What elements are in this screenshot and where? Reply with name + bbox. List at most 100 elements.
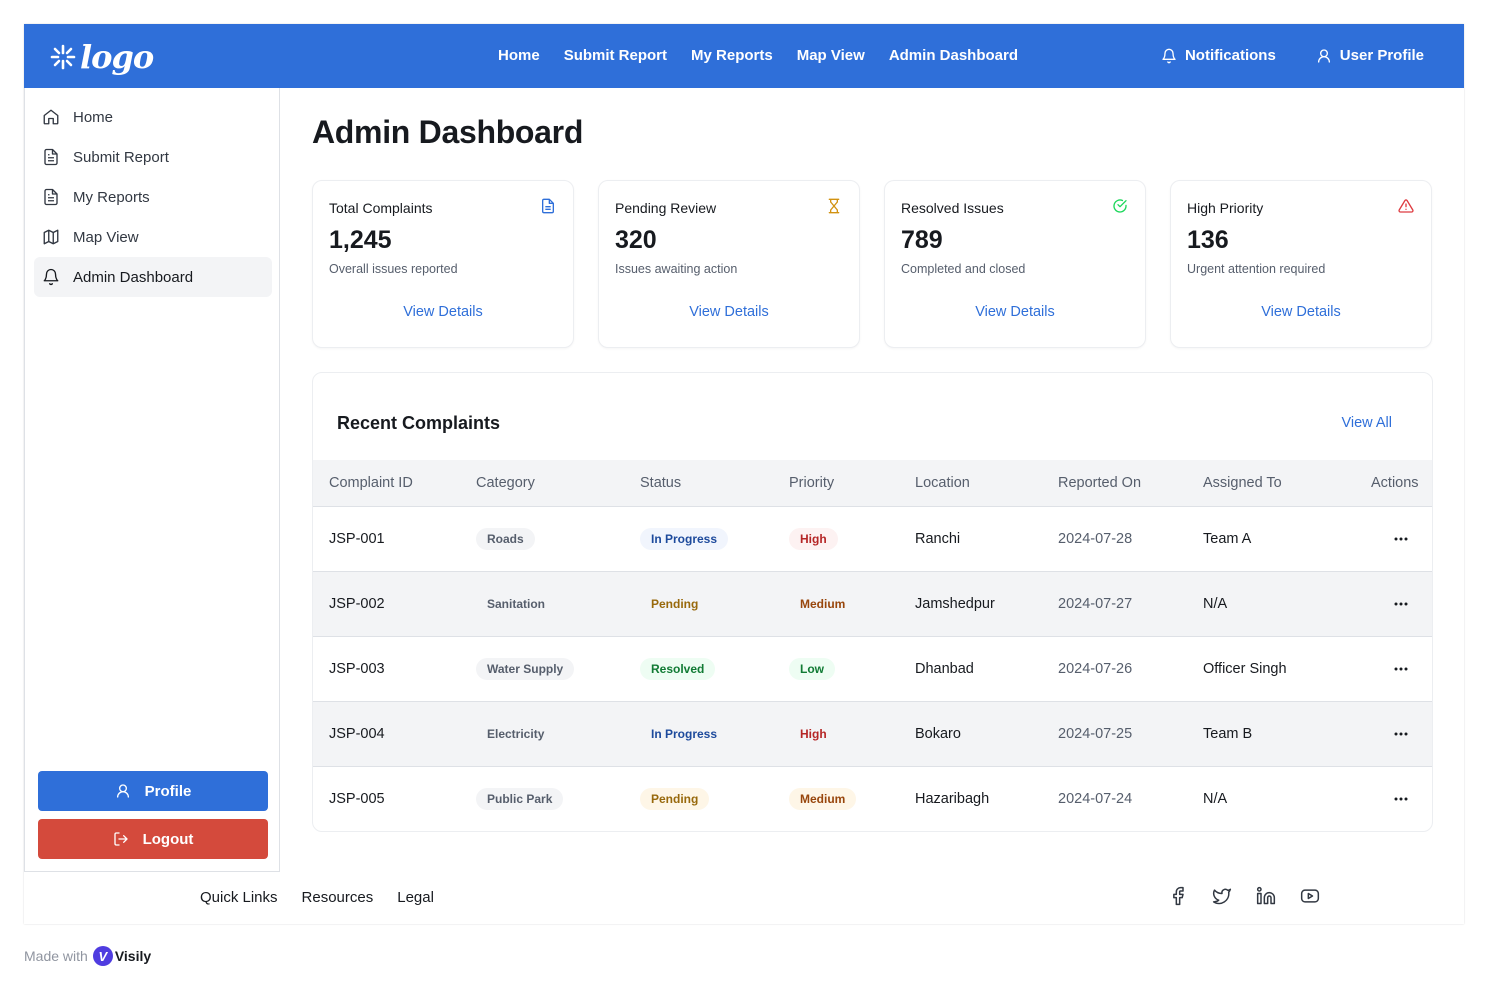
check-circle-icon xyxy=(1113,199,1127,213)
view-all-link[interactable]: View All xyxy=(1341,414,1392,432)
sidebar: Home Submit Report My Reports Map View A… xyxy=(24,88,280,872)
sidebar-item-home[interactable]: Home xyxy=(34,97,272,137)
visily-logo-icon: V xyxy=(92,946,113,966)
more-actions-button[interactable] xyxy=(1391,594,1411,614)
complaint-id: JSP-002 xyxy=(329,596,385,612)
more-actions-button[interactable] xyxy=(1391,659,1411,679)
logo[interactable]: logo xyxy=(50,38,154,76)
column-header[interactable]: Assigned To xyxy=(1203,474,1282,492)
category-badge: Roads xyxy=(476,528,535,550)
column-header: Actions xyxy=(1371,475,1419,491)
more-horizontal-icon xyxy=(1394,602,1408,606)
sidebar-item-map-view[interactable]: Map View xyxy=(34,217,272,257)
view-details-link[interactable]: View Details xyxy=(599,303,859,321)
column-header[interactable]: Complaint ID xyxy=(329,474,413,492)
nav-my-reports[interactable]: My Reports xyxy=(691,46,773,66)
location: Hazaribagh xyxy=(915,791,990,807)
table-row[interactable]: JSP-004 Electricity In Progress High Bok… xyxy=(313,702,1432,767)
home-icon xyxy=(43,109,59,125)
status-badge: Resolved xyxy=(640,658,716,680)
bell-icon xyxy=(1162,48,1176,64)
profile-button-label: Profile xyxy=(144,782,192,800)
status-badge: In Progress xyxy=(640,528,729,550)
assigned-to: Officer Singh xyxy=(1203,661,1287,677)
nav-map-view[interactable]: Map View xyxy=(797,46,865,66)
facebook-link[interactable] xyxy=(1168,886,1188,906)
twitter-link[interactable] xyxy=(1212,886,1232,906)
logout-button[interactable]: Logout xyxy=(38,819,268,859)
nav-admin-dashboard[interactable]: Admin Dashboard xyxy=(889,46,1018,66)
table-header: Complaint ID Category Status Priority Lo… xyxy=(313,460,1432,507)
sidebar-item-admin-dashboard[interactable]: Admin Dashboard xyxy=(34,257,272,297)
column-header[interactable]: Priority xyxy=(789,474,834,492)
column-header[interactable]: Location xyxy=(915,474,970,492)
sidebar-item-label: My Reports xyxy=(73,188,150,206)
more-horizontal-icon xyxy=(1394,732,1408,736)
sidebar-item-label: Map View xyxy=(73,228,139,246)
document-icon xyxy=(44,148,58,166)
footer-links: Quick Links Resources Legal xyxy=(200,889,458,907)
footer-link-legal[interactable]: Legal xyxy=(397,889,434,907)
user-profile-label: User Profile xyxy=(1339,47,1424,64)
table-row[interactable]: JSP-001 Roads In Progress High Ranchi 20… xyxy=(313,507,1432,572)
column-header[interactable]: Reported On xyxy=(1058,474,1141,492)
assigned-to: Team B xyxy=(1203,726,1253,742)
stat-card-subtitle: Issues awaiting action xyxy=(615,262,738,276)
category-badge: Sanitation xyxy=(487,597,546,611)
footer-link-quick-links[interactable]: Quick Links xyxy=(200,889,278,907)
sidebar-item-my-reports[interactable]: My Reports xyxy=(34,177,272,217)
column-header[interactable]: Status xyxy=(640,474,681,492)
more-actions-button[interactable] xyxy=(1391,789,1411,809)
made-with-badge[interactable]: Made with V Visily xyxy=(24,946,151,966)
sidebar-item-submit-report[interactable]: Submit Report xyxy=(34,137,272,177)
youtube-icon xyxy=(1300,889,1320,903)
logout-button-label: Logout xyxy=(142,830,194,848)
sidebar-item-label: Admin Dashboard xyxy=(73,268,194,286)
profile-button[interactable]: Profile xyxy=(38,771,268,811)
linkedin-link[interactable] xyxy=(1256,886,1276,906)
footer-link-resources[interactable]: Resources xyxy=(302,889,374,907)
assigned-to: N/A xyxy=(1203,596,1228,612)
notifications-button[interactable]: Notifications xyxy=(1161,46,1276,66)
reported-on: 2024-07-27 xyxy=(1058,596,1133,612)
app-frame: logo Home Submit Report My Reports Map V… xyxy=(24,24,1464,924)
complaint-id: JSP-005 xyxy=(329,791,385,807)
stat-card-title: Total Complaints xyxy=(329,200,433,216)
view-details-link[interactable]: View Details xyxy=(885,303,1145,321)
nav-submit-report[interactable]: Submit Report xyxy=(564,46,667,66)
table-row[interactable]: JSP-002 Sanitation Pending Medium Jamshe… xyxy=(313,572,1432,637)
more-actions-button[interactable] xyxy=(1391,529,1411,549)
nav-home[interactable]: Home xyxy=(498,46,540,66)
status-badge: In Progress xyxy=(651,727,718,741)
stat-card-title: Resolved Issues xyxy=(901,200,1004,216)
reported-on: 2024-07-24 xyxy=(1058,791,1133,807)
stat-card-title: Pending Review xyxy=(615,200,717,216)
reported-on: 2024-07-28 xyxy=(1058,531,1133,547)
logout-icon xyxy=(113,832,128,846)
twitter-icon xyxy=(1212,888,1232,905)
status-badge: Pending xyxy=(651,597,699,611)
document-icon xyxy=(44,188,58,206)
sparkle-icon xyxy=(50,44,76,70)
more-horizontal-icon xyxy=(1394,797,1408,801)
stat-card-resolved-issues: Resolved Issues 789 Completed and closed… xyxy=(884,180,1146,348)
facebook-icon xyxy=(1173,886,1184,906)
linkedin-icon xyxy=(1256,886,1276,905)
map-icon xyxy=(43,229,59,245)
youtube-link[interactable] xyxy=(1300,886,1320,906)
view-details-link[interactable]: View Details xyxy=(313,303,573,321)
social-links xyxy=(1168,886,1344,906)
priority-badge: High xyxy=(800,727,827,741)
stat-card-value: 1,245 xyxy=(329,226,392,254)
user-profile-button[interactable]: User Profile xyxy=(1316,46,1424,66)
stat-card-total-complaints: Total Complaints 1,245 Overall issues re… xyxy=(312,180,574,348)
stat-card-value: 320 xyxy=(615,226,657,254)
stat-card-high-priority: High Priority 136 Urgent attention requi… xyxy=(1170,180,1432,348)
table-row[interactable]: JSP-003 Water Supply Resolved Low Dhanba… xyxy=(313,637,1432,702)
assigned-to: Team A xyxy=(1203,531,1252,547)
visily-brand: Visily xyxy=(114,948,152,964)
table-row[interactable]: JSP-005 Public Park Pending Medium Hazar… xyxy=(313,767,1432,831)
view-details-link[interactable]: View Details xyxy=(1171,303,1431,321)
more-actions-button[interactable] xyxy=(1391,724,1411,744)
column-header[interactable]: Category xyxy=(476,474,535,492)
